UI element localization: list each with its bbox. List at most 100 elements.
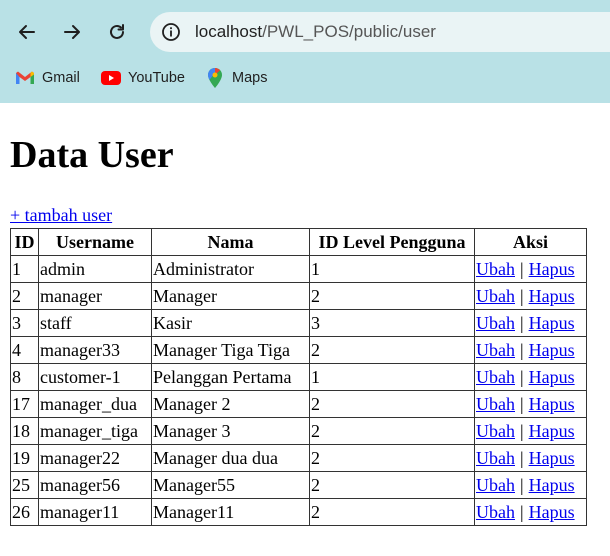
maps-icon	[205, 68, 225, 88]
gmail-icon	[15, 70, 35, 86]
forward-arrow-icon	[64, 25, 80, 39]
cell-nama: Administrator	[151, 255, 310, 283]
action-separator: |	[520, 447, 524, 468]
cell-aksi: Ubah | Hapus	[474, 444, 587, 472]
cell-nama: Manager dua dua	[151, 444, 310, 472]
cell-aksi: Ubah | Hapus	[474, 498, 587, 526]
cell-level: 2	[309, 471, 475, 499]
edit-link[interactable]: Ubah	[476, 394, 515, 414]
bookmark-label: Maps	[232, 70, 268, 86]
info-icon	[162, 23, 180, 41]
cell-nama: Manager 3	[151, 417, 310, 445]
action-separator: |	[520, 339, 524, 360]
edit-link[interactable]: Ubah	[476, 313, 515, 333]
action-separator: |	[520, 258, 524, 279]
edit-link[interactable]: Ubah	[476, 475, 515, 495]
cell-level: 2	[309, 498, 475, 526]
delete-link[interactable]: Hapus	[529, 448, 575, 468]
cell-nama: Manager	[151, 282, 310, 310]
edit-link[interactable]: Ubah	[476, 259, 515, 279]
table-body: 1 admin Administrator 1 Ubah | Hapus 2 manager Ma…	[10, 255, 587, 526]
table-row: 26 manager11 Manager11 2 Ubah | Hapus	[10, 498, 587, 526]
table-row: 3 staff Kasir 3 Ubah | Hapus	[10, 309, 587, 337]
bookmark-label: YouTube	[128, 70, 185, 86]
delete-link[interactable]: Hapus	[529, 394, 575, 414]
cell-nama: Manager 2	[151, 390, 310, 418]
cell-level: 3	[309, 309, 475, 337]
cell-id: 1	[10, 255, 39, 283]
page-title: Data User	[10, 134, 174, 176]
table-row: 1 admin Administrator 1 Ubah | Hapus	[10, 255, 587, 283]
cell-nama: Manager11	[151, 498, 310, 526]
delete-link[interactable]: Hapus	[529, 286, 575, 306]
cell-username: customer-1	[38, 363, 152, 391]
cell-nama: Manager Tiga Tiga	[151, 336, 310, 364]
address-bar[interactable]: localhost/PWL_POS/public/user	[150, 12, 610, 52]
cell-aksi: Ubah | Hapus	[474, 390, 587, 418]
nav-row: localhost/PWL_POS/public/user	[0, 8, 610, 56]
delete-link[interactable]: Hapus	[529, 367, 575, 387]
bookmark-maps[interactable]: Maps	[205, 64, 267, 92]
users-table: ID Username Nama ID Level Pengguna Aksi …	[10, 228, 587, 526]
action-separator: |	[520, 393, 524, 414]
delete-link[interactable]: Hapus	[529, 340, 575, 360]
cell-level: 1	[309, 255, 475, 283]
cell-id: 25	[10, 471, 39, 499]
cell-username: manager_dua	[38, 390, 152, 418]
delete-link[interactable]: Hapus	[529, 421, 575, 441]
action-separator: |	[520, 312, 524, 333]
cell-id: 18	[10, 417, 39, 445]
table-row: 17 manager_dua Manager 2 2 Ubah | Hapus	[10, 390, 587, 418]
cell-username: admin	[38, 255, 152, 283]
cell-username: manager	[38, 282, 152, 310]
cell-aksi: Ubah | Hapus	[474, 417, 587, 445]
action-separator: |	[520, 285, 524, 306]
cell-nama: Manager55	[151, 471, 310, 499]
url-text[interactable]: localhost/PWL_POS/public/user	[195, 22, 436, 42]
cell-id: 4	[10, 336, 39, 364]
action-separator: |	[520, 501, 524, 522]
table-row: 19 manager22 Manager dua dua 2 Ubah | Hapus	[10, 444, 587, 472]
cell-aksi: Ubah | Hapus	[474, 336, 587, 364]
cell-id: 17	[10, 390, 39, 418]
cell-id: 3	[10, 309, 39, 337]
reload-icon	[110, 24, 124, 39]
add-user-link[interactable]: + tambah user	[10, 205, 112, 226]
delete-link[interactable]: Hapus	[529, 313, 575, 333]
table-row: 4 manager33 Manager Tiga Tiga 2 Ubah | Hapus	[10, 336, 587, 364]
cell-level: 2	[309, 444, 475, 472]
cell-nama: Pelanggan Pertama	[151, 363, 310, 391]
header-username: Username	[38, 228, 152, 256]
cell-level: 2	[309, 336, 475, 364]
delete-link[interactable]: Hapus	[529, 475, 575, 495]
cell-id: 8	[10, 363, 39, 391]
table-row: 2 manager Manager 2 Ubah | Hapus	[10, 282, 587, 310]
cell-aksi: Ubah | Hapus	[474, 363, 587, 391]
back-button[interactable]	[11, 16, 43, 48]
cell-username: manager56	[38, 471, 152, 499]
cell-id: 26	[10, 498, 39, 526]
table-row: 18 manager_tiga Manager 3 2 Ubah | Hapus	[10, 417, 587, 445]
cell-username: manager22	[38, 444, 152, 472]
bookmark-gmail[interactable]: Gmail	[15, 64, 80, 92]
edit-link[interactable]: Ubah	[476, 448, 515, 468]
edit-link[interactable]: Ubah	[476, 340, 515, 360]
cell-aksi: Ubah | Hapus	[474, 309, 587, 337]
table-row: 25 manager56 Manager55 2 Ubah | Hapus	[10, 471, 587, 499]
cell-aksi: Ubah | Hapus	[474, 282, 587, 310]
site-info-button[interactable]	[157, 18, 185, 46]
bookmark-label: Gmail	[42, 70, 80, 86]
action-separator: |	[520, 366, 524, 387]
forward-button[interactable]	[56, 16, 88, 48]
delete-link[interactable]: Hapus	[529, 502, 575, 522]
delete-link[interactable]: Hapus	[529, 259, 575, 279]
cell-level: 2	[309, 282, 475, 310]
url-path: /PWL_POS/public/user	[262, 22, 436, 41]
edit-link[interactable]: Ubah	[476, 502, 515, 522]
bookmark-youtube[interactable]: YouTube	[101, 64, 185, 92]
edit-link[interactable]: Ubah	[476, 286, 515, 306]
edit-link[interactable]: Ubah	[476, 367, 515, 387]
reload-button[interactable]	[101, 16, 133, 48]
edit-link[interactable]: Ubah	[476, 421, 515, 441]
cell-username: manager11	[38, 498, 152, 526]
